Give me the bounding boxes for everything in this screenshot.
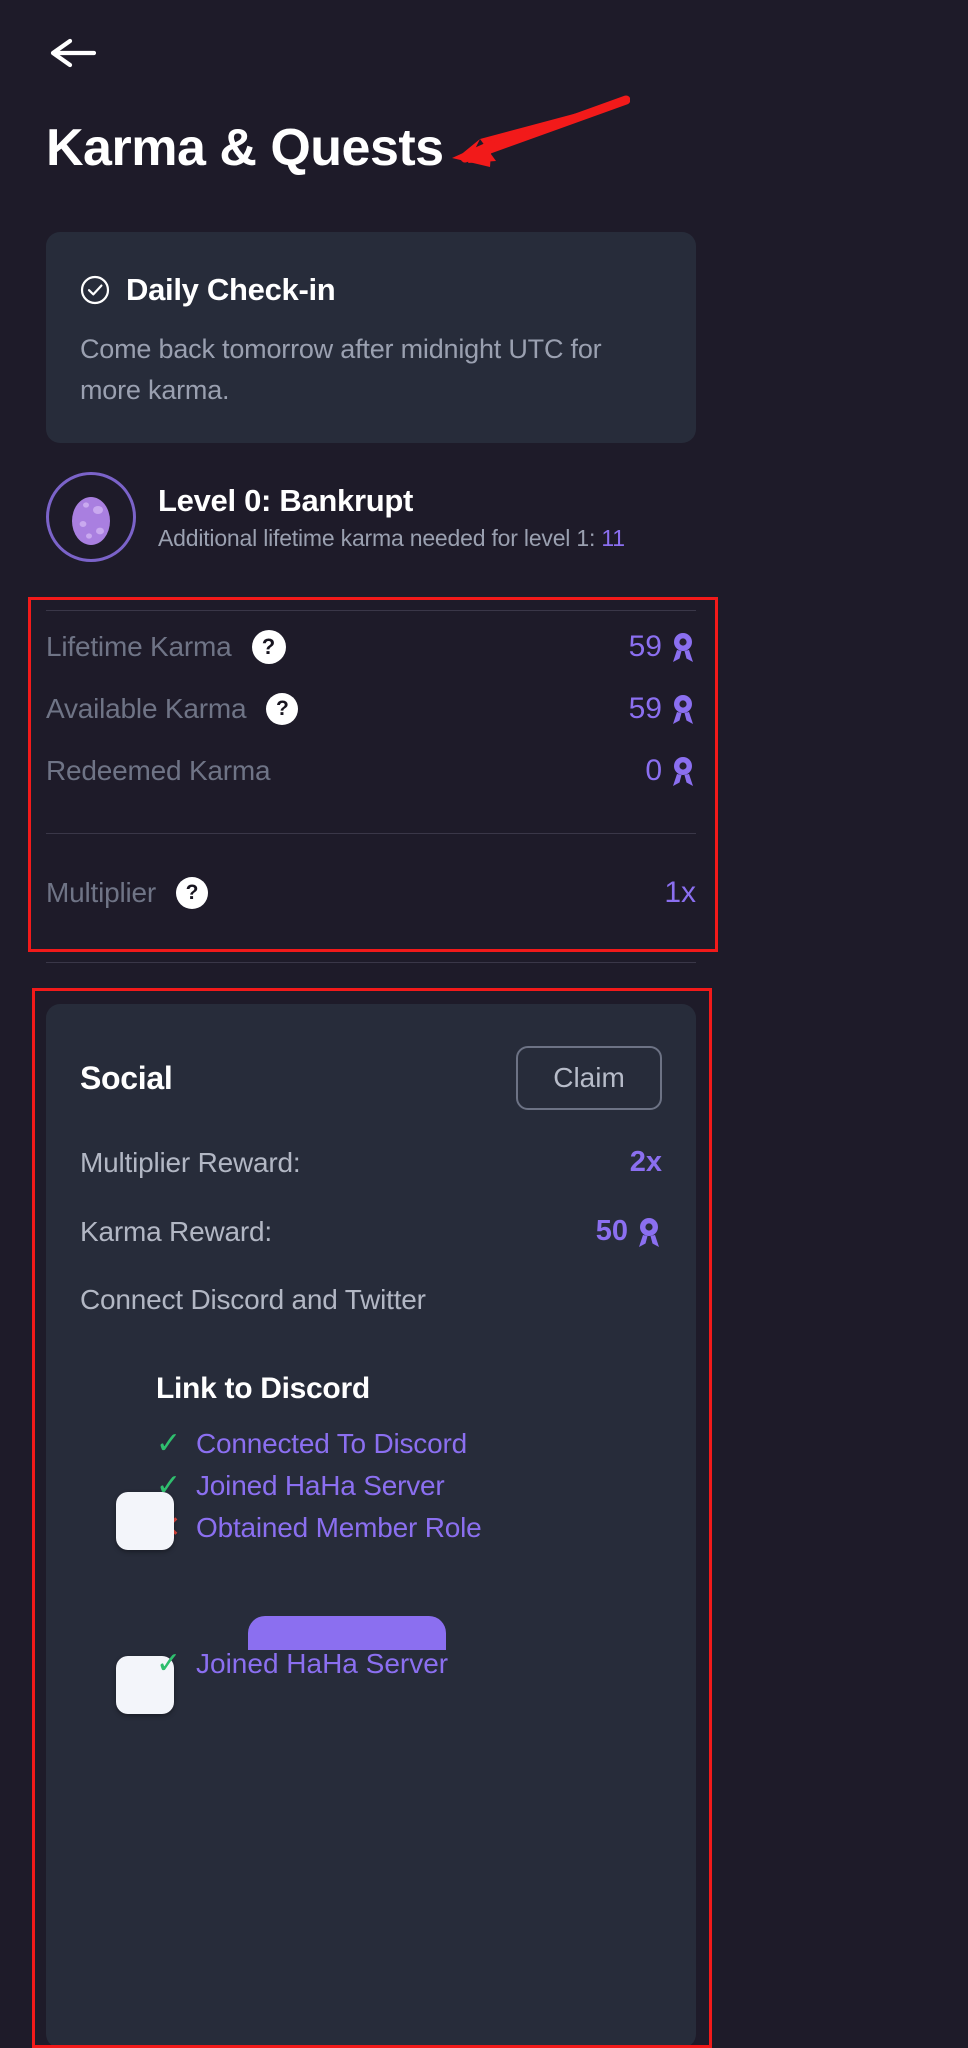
page-title: Karma & Quests (46, 119, 444, 177)
claim-button[interactable]: Claim (516, 1046, 662, 1110)
stat-label: Redeemed Karma (46, 755, 271, 786)
help-icon-lifetime-karma[interactable]: ? (251, 630, 286, 664)
stat-number: 59 (628, 630, 662, 663)
stat-label: Lifetime Karma (46, 631, 232, 662)
stat-label: Available Karma (46, 693, 247, 724)
help-icon-multiplier[interactable]: ? (176, 877, 209, 909)
stat-row-available-karma: Available Karma ? 59 (46, 673, 696, 735)
egg-icon (72, 497, 110, 545)
task-label: Joined HaHa Server (196, 1648, 449, 1679)
level-title: Level 0: Bankrupt (158, 482, 414, 518)
level-badge (46, 472, 136, 562)
level-subtitle: Additional lifetime karma needed for lev… (158, 525, 625, 552)
medal-icon (673, 633, 693, 662)
discord-thumbnail[interactable] (116, 1492, 174, 1550)
medal-icon (673, 695, 693, 724)
stat-value: 0 (645, 754, 696, 788)
medal-icon (673, 757, 693, 786)
multiplier-reward-value: 2x (629, 1146, 662, 1178)
stats-divider-middle (46, 833, 696, 834)
annotation-arrow (452, 95, 630, 167)
social-card-header: Social Claim (80, 1046, 662, 1110)
stat-row-redeemed-karma: Redeemed Karma 0 (46, 735, 696, 797)
daily-checkin-body: Come back tomorrow after midnight UTC fo… (80, 334, 602, 405)
stat-value: 1x (664, 876, 696, 909)
join-server-button[interactable] (248, 1616, 446, 1650)
medal-icon (639, 1217, 659, 1247)
task-list: ✓ Connected To Discord ✓ Joined HaHa Ser… (156, 1428, 662, 1544)
daily-checkin-card: Daily Check-in Come back tomorrow after … (46, 232, 696, 443)
stat-left: Lifetime Karma ? (46, 630, 286, 664)
discord-task-group: Link to Discord ✓ Connected To Discord ✓… (80, 1372, 662, 1714)
stat-left: Multiplier ? (46, 877, 209, 909)
back-button[interactable] (50, 28, 112, 78)
help-icon-available-karma[interactable]: ? (266, 693, 299, 725)
stat-value: 59 (629, 630, 696, 664)
check-icon: ✓ (156, 1427, 181, 1460)
karma-quests-screen: Karma & Quests Daily Check-in Come back … (0, 0, 968, 2048)
level-text: Level 0: Bankrupt Additional lifetime ka… (158, 483, 625, 552)
daily-checkin-header: Daily Check-in (80, 272, 662, 308)
daily-checkin-title: Daily Check-in (126, 272, 336, 307)
multiplier-reward-row: Multiplier Reward: 2x (80, 1146, 662, 1179)
task-label: Connected To Discord (196, 1428, 467, 1459)
karma-stats-block: Lifetime Karma ? 59 Available Karma ? 59 (46, 610, 696, 963)
karma-reward-row: Karma Reward: 50 (80, 1215, 662, 1248)
check-icon: ✓ (156, 1647, 182, 1680)
stat-label: Multiplier (46, 877, 157, 908)
task-item: ✓ Joined HaHa Server (156, 1470, 662, 1502)
task-group-title: Link to Discord (156, 1372, 370, 1405)
social-quest-card: Social Claim Multiplier Reward: 2x Karma… (46, 1004, 696, 2048)
level-subtitle-prefix: Additional lifetime karma needed for lev… (158, 524, 602, 551)
arrow-left-icon (50, 38, 96, 68)
level-subtitle-value: 11 (601, 524, 625, 551)
quest-description: Connect Discord and Twitter (80, 1284, 426, 1315)
karma-reward-label: Karma Reward: (80, 1215, 272, 1247)
level-row: Level 0: Bankrupt Additional lifetime ka… (46, 472, 746, 562)
stat-number: 0 (645, 754, 662, 787)
stat-value: 59 (629, 692, 696, 726)
stat-row-lifetime-karma: Lifetime Karma ? 59 (46, 611, 696, 673)
stats-divider-bottom (46, 962, 696, 963)
circle-check-icon (80, 275, 110, 305)
task-item: ✕ Obtained Member Role (156, 1512, 662, 1544)
multiplier-reward-label: Multiplier Reward: (80, 1146, 301, 1178)
karma-reward-number: 50 (595, 1215, 628, 1247)
task-item: ✓ Connected To Discord (156, 1428, 662, 1460)
stat-row-multiplier: Multiplier ? 1x (46, 876, 696, 910)
task-label: Joined HaHa Server (196, 1470, 445, 1501)
karma-reward-value: 50 (596, 1215, 662, 1248)
social-card-title: Social (80, 1059, 173, 1096)
stat-left: Available Karma ? (46, 693, 299, 725)
stat-number: 59 (628, 692, 662, 725)
stat-left: Redeemed Karma (46, 755, 271, 787)
task-label: Obtained Member Role (196, 1512, 482, 1543)
task-item-partial: ✓ Joined HaHa Server (156, 1648, 448, 1680)
